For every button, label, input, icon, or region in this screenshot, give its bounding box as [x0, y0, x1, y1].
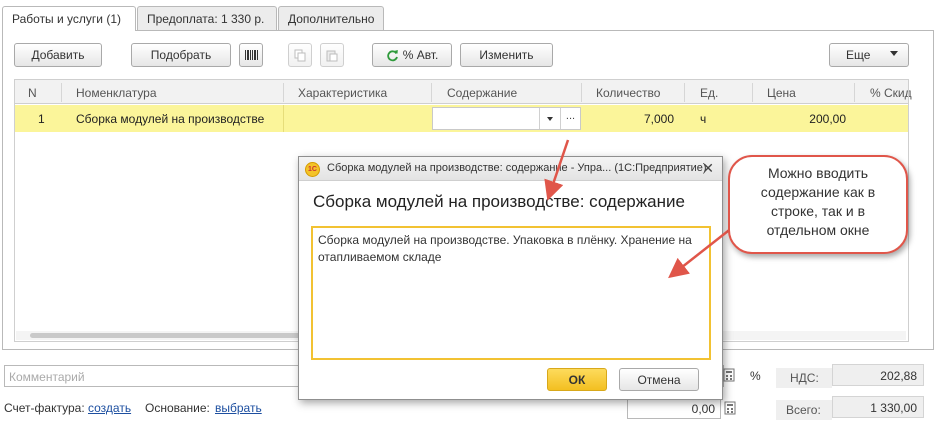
- callout-note: Можно вводить содержание как в строке, т…: [728, 155, 908, 254]
- tab-label: Работы и услуги (1): [12, 12, 122, 26]
- tab-works-services[interactable]: Работы и услуги (1): [2, 6, 136, 31]
- arrow-to-row: [544, 139, 570, 201]
